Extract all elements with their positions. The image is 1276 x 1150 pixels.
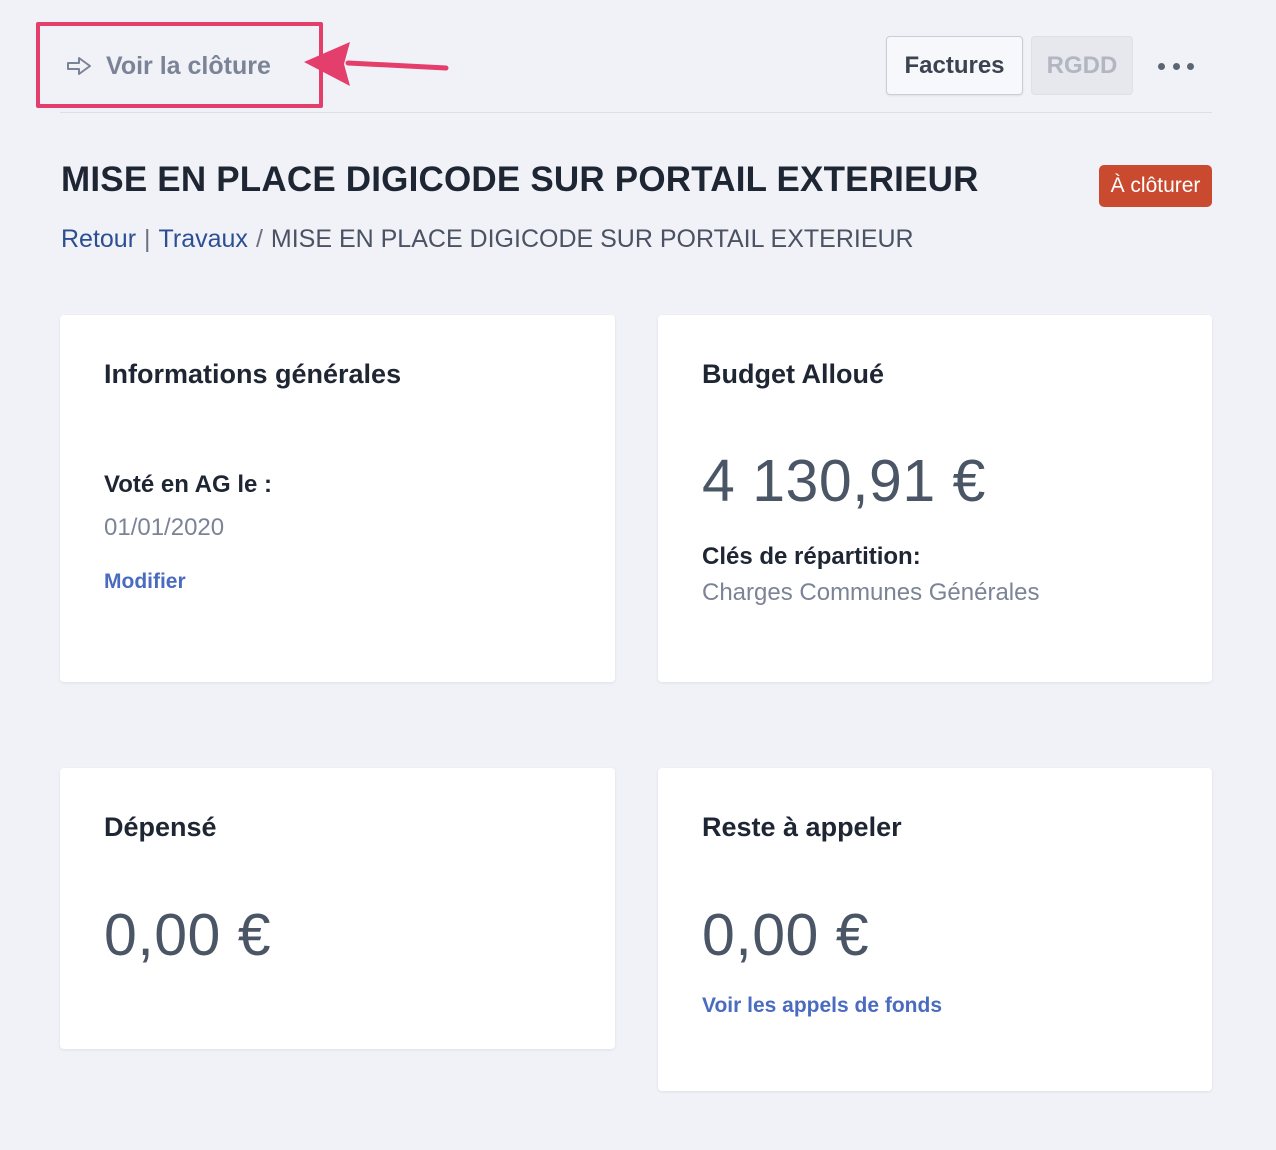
breadcrumb-travaux-link[interactable]: Travaux <box>159 225 248 254</box>
breadcrumb-separator: | <box>144 225 151 253</box>
annotation-arrow-icon <box>304 42 449 86</box>
breadcrumb-back-link[interactable]: Retour <box>61 225 136 254</box>
breadcrumb: Retour | Travaux / MISE EN PLACE DIGICOD… <box>61 225 914 254</box>
breadcrumb-current: MISE EN PLACE DIGICODE SUR PORTAIL EXTER… <box>270 225 914 253</box>
cles-repartition-value: Charges Communes Générales <box>702 579 1040 606</box>
modifier-link[interactable]: Modifier <box>104 570 186 594</box>
card-title: Reste à appeler <box>702 812 902 842</box>
budget-amount: 4 130,91 € <box>702 448 986 514</box>
vote-ag-label: Voté en AG le : <box>104 471 273 498</box>
card-budget-alloue: Budget Alloué 4 130,91 € Clés de réparti… <box>658 315 1212 682</box>
card-title: Budget Alloué <box>702 359 884 389</box>
page: Voir la clôture Factures RGDD MISE EN PL… <box>0 0 1276 1150</box>
factures-button[interactable]: Factures <box>886 36 1023 95</box>
breadcrumb-slash: / <box>255 225 263 253</box>
status-badge: À clôturer <box>1099 165 1212 207</box>
card-informations-generales: Informations générales Voté en AG le : 0… <box>60 315 615 682</box>
card-title: Dépensé <box>104 812 217 842</box>
page-title: MISE EN PLACE DIGICODE SUR PORTAIL EXTER… <box>61 160 979 199</box>
voir-appels-de-fonds-link[interactable]: Voir les appels de fonds <box>702 994 942 1018</box>
card-depense: Dépensé 0,00 € <box>60 768 615 1049</box>
depense-amount: 0,00 € <box>104 902 272 968</box>
more-options-icon[interactable] <box>1158 52 1194 80</box>
vote-ag-date: 01/01/2020 <box>104 514 225 541</box>
cles-repartition-label: Clés de répartition: <box>702 543 921 570</box>
rgdd-button[interactable]: RGDD <box>1031 36 1133 95</box>
card-title: Informations générales <box>104 359 402 389</box>
card-reste-a-appeler: Reste à appeler 0,00 € Voir les appels d… <box>658 768 1212 1091</box>
reste-amount: 0,00 € <box>702 902 870 968</box>
annotation-highlight-box <box>36 22 323 108</box>
